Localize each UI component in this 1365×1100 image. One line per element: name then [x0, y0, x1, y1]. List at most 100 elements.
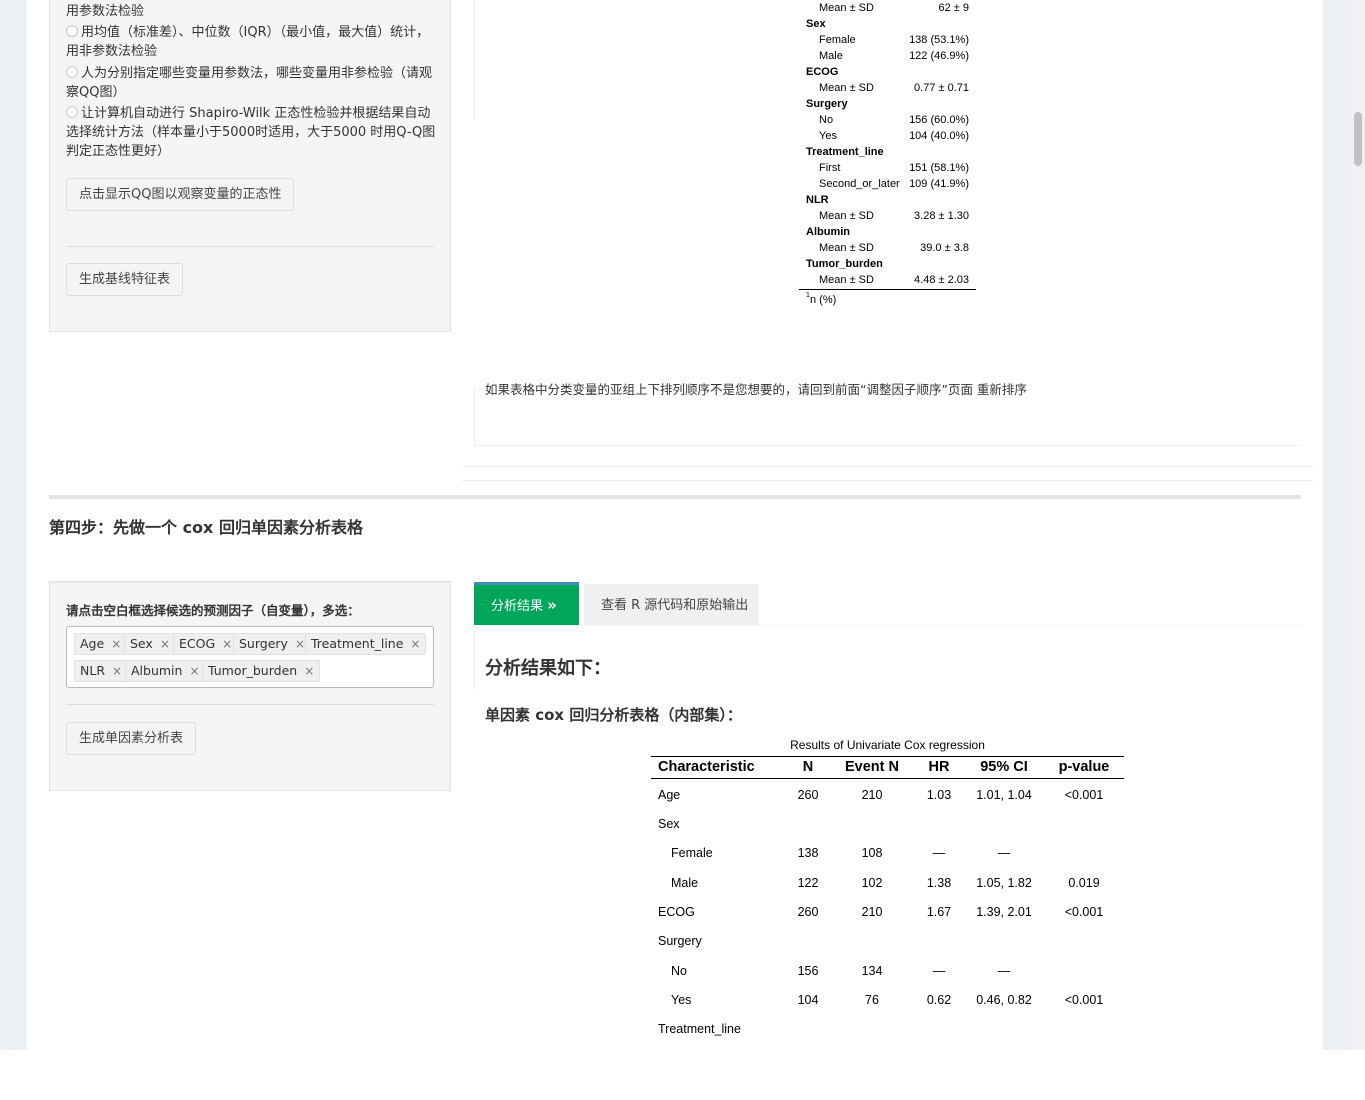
cox-cell-characteristic: ECOG	[658, 905, 695, 919]
baseline-row-label: Female	[819, 34, 856, 46]
remove-chip-icon[interactable]: ×	[304, 664, 314, 678]
baseline-row-value: 151 (58.1%)	[909, 162, 969, 174]
output-bottom-border	[474, 445, 1301, 446]
cox-cell-characteristic: Treatment_line	[658, 1022, 741, 1036]
section-line	[462, 466, 1313, 467]
results-heading: 分析结果如下：	[485, 658, 611, 679]
baseline-row-value: 4.48 ± 2.03	[914, 274, 969, 286]
reorder-note: 如果表格中分类变量的亚组上下排列顺序不是您想要的，请回到前面“调整因子顺序”页面…	[485, 382, 1027, 397]
baseline-row-value: 0.77 ± 0.71	[914, 82, 969, 94]
tab-analysis-results[interactable]: 分析结果 »	[474, 582, 579, 626]
double-chevron-right-icon: »	[547, 596, 557, 614]
baseline-variable-header: Surgery	[806, 98, 848, 110]
chip-label: ECOG	[179, 636, 216, 651]
remove-chip-icon[interactable]: ×	[160, 637, 170, 651]
table-bottom-rule	[799, 289, 976, 290]
baseline-row-value: 104 (40.0%)	[909, 130, 969, 142]
selected-chip[interactable]: Treatment_line ×	[305, 633, 427, 655]
radio-button-icon[interactable]	[66, 106, 78, 118]
cox-cell-p-value: <0.001	[1064, 788, 1104, 802]
baseline-footnote: n (%)	[810, 294, 837, 306]
baseline-variable-header: Sex	[806, 18, 826, 30]
cox-cell-p-value: <0.001	[1064, 993, 1104, 1007]
cox-cell-characteristic: Age	[658, 788, 681, 802]
baseline-variable-header: NLR	[806, 194, 829, 206]
section-line	[462, 480, 1313, 481]
selected-chip[interactable]: Albumin ×	[125, 660, 206, 682]
generate-baseline-table-button[interactable]: 生成基线特征表	[66, 263, 184, 296]
radio-option-manual[interactable]: 人为分别指定哪些变量用参数法，哪些变量用非参检验（请观察QQ图）	[66, 64, 436, 102]
tab-label: 分析结果	[491, 599, 544, 614]
baseline-row-value: 39.0 ± 3.8	[920, 242, 969, 254]
header-p-value: p-value	[1058, 759, 1110, 775]
selected-chip[interactable]: Surgery ×	[233, 633, 312, 655]
baseline-row-label: Mean ± SD	[819, 242, 874, 254]
baseline-row-label: First	[819, 162, 841, 174]
cox-cell-characteristic: Female	[671, 846, 713, 860]
remove-chip-icon[interactable]: ×	[222, 637, 232, 651]
predictor-label: 请点击空白框选择候选的预测因子（自变量），多选：	[66, 603, 360, 618]
remove-chip-icon[interactable]: ×	[111, 637, 121, 651]
selected-chip[interactable]: Age ×	[74, 633, 128, 655]
tab-underline	[474, 625, 1301, 626]
radio-option-nonparametric[interactable]: 用均值（标准差）、中位数（IQR）（最小值，最大值）统计，用非参数法检验	[66, 23, 436, 61]
remove-chip-icon[interactable]: ×	[112, 664, 122, 678]
baseline-row-label: Male	[819, 50, 843, 62]
cox-cell-ci: 1.39, 2.01	[976, 905, 1032, 919]
radio-button-icon[interactable]	[66, 25, 78, 37]
chip-label: Albumin	[131, 663, 183, 678]
header-95ci: 95% CI	[980, 759, 1028, 775]
baseline-row-value: 3.28 ± 1.30	[914, 210, 969, 222]
results-subheading: 单因素 cox 回归分析表格（内部集）：	[485, 706, 742, 724]
baseline-variable-header: Treatment_line	[806, 146, 884, 158]
chip-label: Age	[80, 636, 105, 651]
blank-footer	[0, 1050, 1365, 1100]
baseline-row-value: 109 (41.9%)	[909, 178, 969, 190]
cox-cell-characteristic: Male	[671, 876, 699, 890]
tab-content-border	[474, 626, 475, 690]
baseline-row-label: Yes	[819, 130, 837, 142]
baseline-row-label: Mean ± SD	[819, 82, 874, 94]
baseline-variable-header: Albumin	[806, 226, 850, 238]
selected-chip[interactable]: ECOG ×	[173, 633, 239, 655]
radio-option-label: 人为分别指定哪些变量用参数法，哪些变量用非参检验（请观察QQ图）	[66, 66, 433, 100]
baseline-row-label: No	[819, 114, 834, 126]
cox-cell-ci: 0.46, 0.82	[976, 993, 1032, 1007]
cox-cell-characteristic: Yes	[671, 993, 692, 1007]
table-top-rule	[651, 756, 1124, 757]
radio-option-parametric-tail: 用参数法检验	[66, 4, 145, 19]
generate-univariate-table-button[interactable]: 生成单因素分析表	[66, 722, 197, 755]
selected-chip[interactable]: Sex ×	[124, 633, 176, 655]
tab-r-source-code[interactable]: 查看 R 源代码和原始输出	[584, 584, 759, 626]
baseline-variable-header: Tumor_burden	[806, 258, 883, 270]
table-header-rule	[651, 778, 1124, 779]
cox-cell-ci: 1.05, 1.82	[976, 876, 1032, 890]
chip-label: Sex	[130, 636, 153, 651]
baseline-row-value: 156 (60.0%)	[909, 114, 969, 126]
chip-label: Surgery	[239, 636, 288, 651]
baseline-row-value: 62 ± 9	[938, 2, 969, 14]
chip-label: Treatment_line	[311, 636, 404, 651]
cox-cell-ci: 1.01, 1.04	[976, 788, 1032, 802]
step4-title: 第四步：先做一个 cox 回归单因素分析表格	[49, 518, 363, 537]
baseline-variable-header: ECOG	[806, 66, 839, 78]
show-qq-plot-button[interactable]: 点击显示QQ图以观察变量的正态性	[66, 178, 295, 211]
selected-chip[interactable]: Tumor_burden ×	[202, 660, 321, 682]
cox-cell-characteristic: No	[671, 964, 687, 978]
baseline-row-label: Mean ± SD	[819, 274, 874, 286]
remove-chip-icon[interactable]: ×	[410, 637, 420, 651]
cox-cell-p-value: <0.001	[1064, 905, 1104, 919]
cox-table-caption: Results of Univariate Cox regression	[790, 738, 985, 752]
radio-button-icon[interactable]	[66, 66, 78, 78]
predictor-multiselect[interactable]: Age × Sex × ECOG × Surgery × Treatment_line × NLR ×…	[66, 626, 434, 688]
radio-option-label: 让计算机自动进行 Shapiro-Wilk 正态性检验并根据结果自动选择统计方法…	[66, 106, 436, 159]
remove-chip-icon[interactable]: ×	[295, 637, 305, 651]
cox-cell-p-value: 0.019	[1068, 876, 1100, 890]
selected-chip[interactable]: NLR ×	[74, 660, 129, 682]
remove-chip-icon[interactable]: ×	[189, 664, 199, 678]
radio-option-shapiro-wilk[interactable]: 让计算机自动进行 Shapiro-Wilk 正态性检验并根据结果自动选择统计方法…	[66, 104, 436, 161]
cox-cell-characteristic: Sex	[658, 817, 680, 831]
header-characteristic: Characteristic	[658, 759, 755, 775]
scrollbar-thumb[interactable]	[1354, 112, 1362, 166]
chip-label: Tumor_burden	[208, 663, 298, 678]
